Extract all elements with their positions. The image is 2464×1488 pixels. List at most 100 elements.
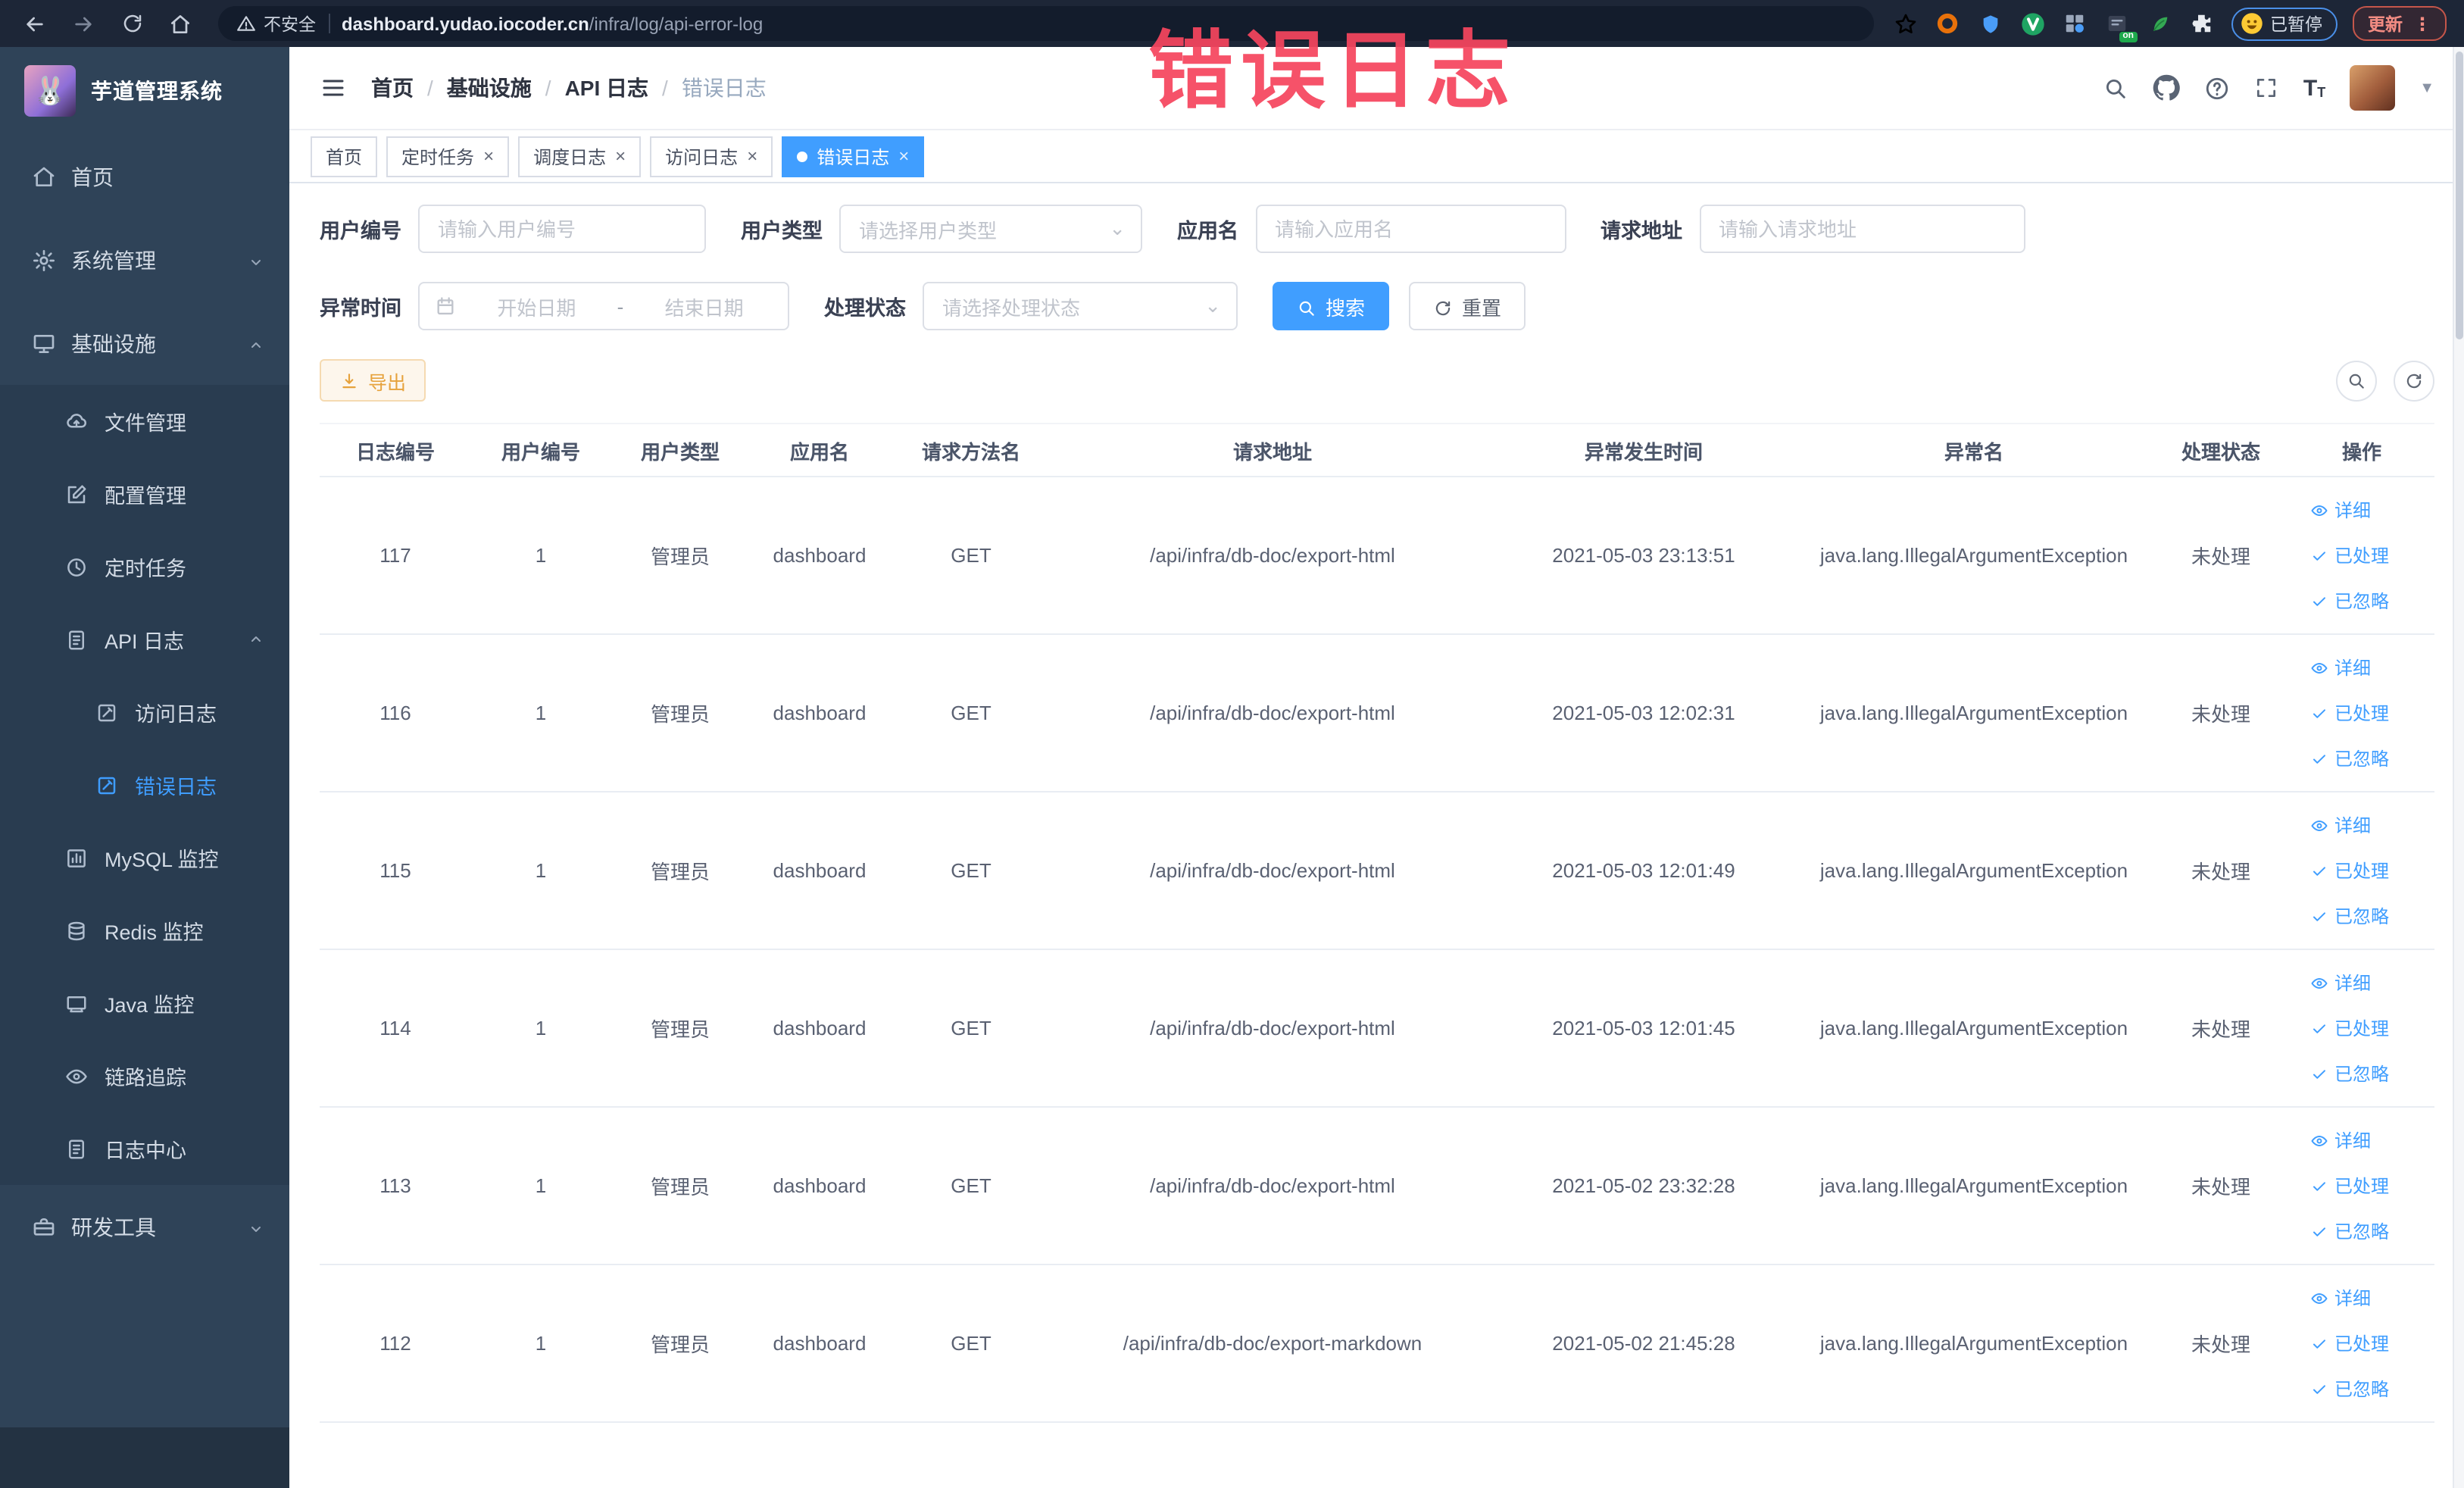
sidebar-item-首页[interactable]: 首页 bbox=[0, 135, 289, 218]
user-avatar[interactable] bbox=[2350, 65, 2396, 111]
user-type-select[interactable]: 请选择用户类型 ⌄ bbox=[839, 205, 1142, 253]
user-id-input[interactable] bbox=[418, 205, 706, 253]
tab-调度日志[interactable]: 调度日志 × bbox=[518, 136, 642, 177]
browser-forward-icon[interactable] bbox=[64, 4, 103, 43]
sidebar-item-链路追踪[interactable]: 链路追踪 bbox=[0, 1039, 289, 1112]
sidebar-item-label: 首页 bbox=[71, 164, 114, 189]
profile-paused-chip[interactable]: 已暂停 bbox=[2231, 7, 2338, 40]
sidebar-item-Java-监控[interactable]: Java 监控 bbox=[0, 967, 289, 1039]
action-processed-link[interactable]: 已处理 bbox=[2310, 858, 2389, 883]
sidebar-toggle-icon[interactable] bbox=[320, 74, 347, 102]
sidebar-item-API-日志[interactable]: API 日志 bbox=[0, 603, 289, 676]
font-size-icon[interactable]: TT bbox=[2303, 77, 2325, 99]
close-icon[interactable]: × bbox=[747, 147, 757, 165]
sidebar-item-基础设施[interactable]: 基础设施 bbox=[0, 302, 289, 385]
app-name-input[interactable] bbox=[1255, 205, 1566, 253]
action-detail-link[interactable]: 详细 bbox=[2310, 655, 2371, 680]
tab-首页[interactable]: 首页 bbox=[311, 136, 378, 177]
sidebar-item-错误日志[interactable]: 错误日志 bbox=[0, 749, 289, 821]
help-icon[interactable] bbox=[2205, 75, 2231, 101]
orange-ring-extension-icon[interactable] bbox=[1934, 10, 1961, 37]
browser-back-icon[interactable] bbox=[15, 4, 55, 43]
breadcrumb-item[interactable]: 基础设施 bbox=[447, 73, 532, 103]
toggle-search-button[interactable] bbox=[2336, 360, 2377, 401]
app-logo[interactable]: 🐰 芋道管理系统 bbox=[0, 47, 289, 135]
action-ignored-link[interactable]: 已忽略 bbox=[2310, 1218, 2389, 1244]
action-ignored-link[interactable]: 已忽略 bbox=[2310, 903, 2389, 929]
sidebar-item-配置管理[interactable]: 配置管理 bbox=[0, 458, 289, 530]
breadcrumb-item[interactable]: 错误日志 bbox=[682, 73, 767, 103]
scrollbar[interactable] bbox=[2453, 47, 2464, 1488]
security-chip[interactable]: 不安全 bbox=[236, 11, 316, 36]
switch-extension-icon[interactable]: on bbox=[2103, 10, 2137, 42]
status-select[interactable]: 请选择处理状态 ⌄ bbox=[923, 282, 1238, 330]
sidebar-item-系统管理[interactable]: 系统管理 bbox=[0, 218, 289, 302]
action-detail-link[interactable]: 详细 bbox=[2310, 1127, 2371, 1153]
blue-shield-extension-icon[interactable] bbox=[1976, 10, 2003, 37]
refresh-table-button[interactable] bbox=[2394, 360, 2434, 401]
sidebar-item-Redis-监控[interactable]: Redis 监控 bbox=[0, 894, 289, 967]
reset-button[interactable]: 重置 bbox=[1409, 282, 1526, 330]
export-button[interactable]: 导出 bbox=[320, 359, 426, 402]
action-detail-link[interactable]: 详细 bbox=[2310, 497, 2371, 523]
sidebar-item-访问日志[interactable]: 访问日志 bbox=[0, 676, 289, 749]
tab-label: 调度日志 bbox=[533, 146, 607, 167]
bookmark-star-icon[interactable] bbox=[1891, 10, 1919, 37]
action-detail-link[interactable]: 详细 bbox=[2310, 812, 2371, 838]
cell-time: 2021-05-03 12:01:45 bbox=[1492, 949, 1795, 1108]
request-url-input[interactable] bbox=[1699, 205, 2025, 253]
cell-user_id: 1 bbox=[471, 1107, 611, 1265]
sidebar-item-文件管理[interactable]: 文件管理 bbox=[0, 385, 289, 458]
action-ignored-link[interactable]: 已忽略 bbox=[2310, 746, 2389, 771]
browser-menu-icon[interactable]: ⋮ bbox=[2413, 13, 2431, 34]
action-ignored-link[interactable]: 已忽略 bbox=[2310, 1376, 2389, 1402]
puzzle-extensions-icon[interactable] bbox=[2188, 10, 2216, 37]
action-ignored-link[interactable]: 已忽略 bbox=[2310, 588, 2389, 614]
browser-home-icon[interactable] bbox=[161, 4, 200, 43]
action-label: 已忽略 bbox=[2334, 1064, 2390, 1085]
breadcrumb-item[interactable]: API 日志 bbox=[565, 73, 648, 103]
sidebar-item-MySQL-监控[interactable]: MySQL 监控 bbox=[0, 821, 289, 894]
cloud-icon bbox=[64, 410, 89, 433]
end-date-placeholder: 结束日期 bbox=[664, 296, 744, 319]
action-processed-link[interactable]: 已处理 bbox=[2310, 1173, 2389, 1199]
search-button[interactable]: 搜索 bbox=[1273, 282, 1390, 330]
close-icon[interactable]: × bbox=[615, 147, 626, 165]
leaf-extension-icon[interactable] bbox=[2146, 10, 2173, 37]
date-range-picker[interactable]: 开始日期 - 结束日期 bbox=[418, 282, 789, 330]
grid-extension-icon[interactable] bbox=[2061, 10, 2088, 37]
scrollbar-thumb[interactable] bbox=[2456, 52, 2463, 339]
browser-update-button[interactable]: 更新 ⋮ bbox=[2353, 6, 2447, 41]
check-icon bbox=[2310, 590, 2328, 611]
filter-label: 应用名 bbox=[1177, 220, 1238, 242]
close-icon[interactable]: × bbox=[898, 147, 909, 165]
address-bar[interactable]: 不安全 dashboard.yudao.iocoder.cn/infra/log… bbox=[218, 6, 1873, 41]
tab-错误日志[interactable]: 错误日志 × bbox=[782, 136, 925, 177]
sidebar-item-研发工具[interactable]: 研发工具 bbox=[0, 1185, 289, 1268]
tab-定时任务[interactable]: 定时任务 × bbox=[386, 136, 510, 177]
check-icon bbox=[2310, 1018, 2328, 1039]
action-processed-link[interactable]: 已处理 bbox=[2310, 542, 2389, 568]
close-icon[interactable]: × bbox=[483, 147, 494, 165]
eye-icon bbox=[2310, 1130, 2328, 1151]
chevron-up-icon bbox=[247, 331, 265, 355]
action-processed-link[interactable]: 已处理 bbox=[2310, 1015, 2389, 1041]
tab-访问日志[interactable]: 访问日志 × bbox=[650, 136, 773, 177]
sidebar-item-日志中心[interactable]: 日志中心 bbox=[0, 1112, 289, 1185]
green-v-extension-icon[interactable] bbox=[2019, 10, 2046, 37]
fullscreen-icon[interactable] bbox=[2255, 76, 2279, 100]
chevron-down-icon[interactable]: ▼ bbox=[2419, 80, 2434, 96]
browser-reload-icon[interactable] bbox=[112, 4, 151, 43]
sidebar-item-label: MySQL 监控 bbox=[105, 849, 219, 871]
sidebar-item-定时任务[interactable]: 定时任务 bbox=[0, 530, 289, 603]
edit-icon bbox=[64, 483, 89, 505]
action-processed-link[interactable]: 已处理 bbox=[2310, 700, 2389, 726]
action-processed-link[interactable]: 已处理 bbox=[2310, 1330, 2389, 1356]
check-icon bbox=[2310, 702, 2328, 724]
github-icon[interactable] bbox=[2153, 74, 2181, 102]
action-detail-link[interactable]: 详细 bbox=[2310, 1285, 2371, 1311]
action-ignored-link[interactable]: 已忽略 bbox=[2310, 1061, 2389, 1086]
action-detail-link[interactable]: 详细 bbox=[2310, 970, 2371, 996]
breadcrumb-item[interactable]: 首页 bbox=[371, 73, 414, 103]
search-icon[interactable] bbox=[2103, 75, 2129, 101]
